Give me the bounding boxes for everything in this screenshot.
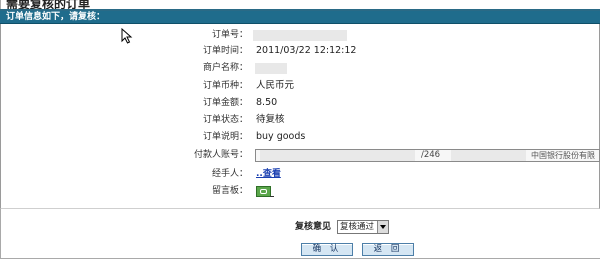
row-handler: 经手人： ..查看 bbox=[0, 167, 600, 181]
handler-label: 经手人： bbox=[211, 169, 248, 179]
review-opinion-select[interactable]: 复核通过 bbox=[337, 220, 389, 234]
currency-label: 订单币种： bbox=[202, 81, 248, 91]
info-banner: 订单信息如下，请复核： bbox=[0, 11, 600, 24]
payer-account-fragment: /246 bbox=[421, 150, 441, 160]
banner-text: 订单信息如下，请复核： bbox=[6, 12, 106, 22]
confirm-button[interactable]: 确 认 bbox=[301, 243, 353, 256]
merchant-redacted bbox=[255, 63, 287, 74]
currency-value: 人民币元 bbox=[256, 80, 295, 91]
handler-view-link[interactable]: ..查看 bbox=[256, 167, 281, 181]
amount-value: 8.50 bbox=[256, 97, 278, 108]
row-order-time: 订单时间： 2011/03/22 12:12:12 bbox=[0, 44, 600, 58]
row-status: 订单状态： 待复核 bbox=[0, 113, 600, 127]
order-time-label: 订单时间： bbox=[202, 46, 248, 56]
back-button[interactable]: 返 回 bbox=[362, 243, 414, 256]
payer-account-field: /246 中国银行股份有限 bbox=[255, 149, 600, 162]
status-value: 待复核 bbox=[256, 114, 285, 125]
order-no-label: 订单号： bbox=[211, 30, 248, 40]
status-label: 订单状态： bbox=[202, 115, 248, 125]
row-order-no: 订单号： bbox=[0, 28, 600, 42]
payer-account-redacted-2 bbox=[451, 150, 526, 161]
description-value: buy goods bbox=[256, 131, 306, 142]
message-board-dash bbox=[270, 196, 274, 197]
row-message-board: 留言板： bbox=[0, 184, 600, 198]
payer-account-label: 付款人账号： bbox=[193, 150, 248, 160]
amount-label: 订单金额： bbox=[202, 98, 248, 108]
message-board-icon[interactable] bbox=[256, 186, 271, 197]
description-label: 订单说明： bbox=[202, 132, 248, 142]
row-amount: 订单金额： 8.50 bbox=[0, 96, 600, 110]
order-no-redacted bbox=[253, 30, 347, 41]
message-board-label: 留言板： bbox=[211, 186, 248, 196]
payer-bank-name: 中国银行股份有限 bbox=[531, 151, 595, 160]
merchant-label: 商户名称： bbox=[202, 63, 248, 73]
row-merchant: 商户名称： bbox=[0, 61, 600, 75]
review-opinion-selected: 复核通过 bbox=[340, 222, 375, 232]
order-time-value: 2011/03/22 12:12:12 bbox=[256, 45, 357, 56]
row-description: 订单说明： buy goods bbox=[0, 130, 600, 144]
chevron-down-icon[interactable] bbox=[377, 221, 388, 233]
row-currency: 订单币种： 人民币元 bbox=[0, 79, 600, 93]
review-opinion-label: 复核意见 bbox=[295, 222, 332, 232]
payer-account-redacted bbox=[260, 150, 415, 161]
